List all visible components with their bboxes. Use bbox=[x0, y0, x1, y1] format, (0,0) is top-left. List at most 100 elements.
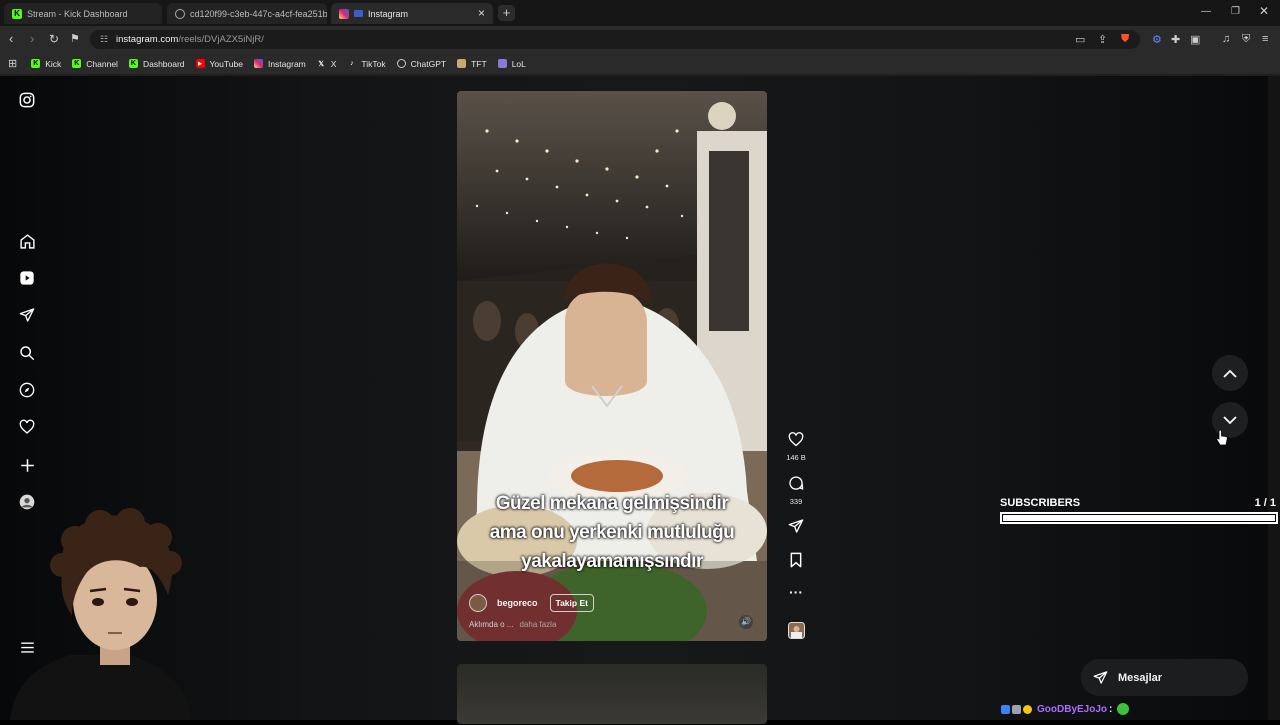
author-username[interactable]: begoreco bbox=[497, 598, 538, 608]
explore-icon[interactable] bbox=[18, 381, 36, 399]
instagram-icon bbox=[253, 59, 263, 68]
home-icon[interactable] bbox=[18, 232, 36, 250]
audio-track-thumbnail[interactable] bbox=[785, 622, 807, 644]
globe-icon bbox=[175, 8, 185, 19]
forward-icon[interactable]: › bbox=[30, 32, 34, 46]
bookmark-channel[interactable]: K Channel bbox=[72, 59, 118, 69]
kick-icon: K bbox=[128, 59, 138, 68]
url-path: /reels/DVjAZX5iNjR/ bbox=[178, 34, 264, 45]
tab-uuid[interactable]: cd120f99-c3eb-447c-a4cf-fea251b1 bbox=[167, 3, 327, 24]
reel-caption-line-2: ama onu yerkenki mutluluğu bbox=[489, 522, 735, 543]
tft-icon bbox=[457, 59, 467, 68]
tab-instagram[interactable]: Instagram × bbox=[331, 3, 493, 24]
tiktok-icon: ♪ bbox=[350, 60, 354, 67]
next-reel-preview[interactable] bbox=[457, 664, 767, 724]
site-info-icon[interactable]: ☷ bbox=[100, 30, 108, 49]
chat-emote-icon bbox=[1117, 703, 1130, 715]
instagram-logo-icon[interactable] bbox=[18, 91, 36, 109]
chatgpt-icon bbox=[396, 59, 406, 68]
sidebar-toggle-icon[interactable]: ▣ bbox=[1190, 33, 1200, 46]
bookmark-instagram[interactable]: Instagram bbox=[253, 59, 306, 69]
like-action[interactable]: 146 B bbox=[785, 432, 807, 462]
notifications-heart-icon[interactable] bbox=[18, 418, 36, 436]
youtube-icon: ▶ bbox=[195, 59, 205, 68]
author-avatar[interactable] bbox=[469, 594, 487, 612]
reel-author: begoreco Takip Et bbox=[469, 594, 594, 612]
instagram-icon bbox=[339, 8, 349, 19]
search-icon[interactable] bbox=[18, 344, 36, 362]
reel-description: Aklımda o ... daha fazla bbox=[469, 620, 556, 629]
comment-icon bbox=[789, 476, 804, 490]
vpn-icon[interactable]: ⛨ bbox=[1242, 33, 1250, 46]
bookmark-dashboard[interactable]: K Dashboard bbox=[128, 59, 185, 69]
bookmarks-bar: ⊞ K Kick K Channel K Dashboard ▶ YouTube Ins… bbox=[0, 53, 1280, 74]
lol-icon bbox=[497, 59, 507, 68]
comment-action[interactable]: 339 bbox=[785, 475, 807, 506]
back-icon[interactable]: ‹ bbox=[9, 32, 13, 46]
volume-icon[interactable]: 🔊 bbox=[739, 615, 753, 629]
bookmark-tiktok[interactable]: ♪ TikTok bbox=[347, 59, 386, 69]
more-options-icon[interactable]: ··· bbox=[785, 584, 807, 600]
sword-badge-icon bbox=[1012, 704, 1021, 714]
close-tab-icon[interactable]: × bbox=[478, 6, 485, 20]
direct-messages-icon[interactable] bbox=[18, 306, 36, 324]
tab-bar: K Stream - Kick Dashboard cd120f99-c3eb-… bbox=[0, 0, 1280, 26]
messages-label: Mesajlar bbox=[1118, 671, 1163, 684]
reload-icon[interactable]: ↻ bbox=[49, 32, 59, 46]
share-action[interactable] bbox=[785, 518, 807, 539]
chat-colon: : bbox=[1109, 703, 1113, 715]
coin-badge-icon bbox=[1023, 704, 1032, 714]
bookmark-chatgpt[interactable]: ChatGPT bbox=[396, 59, 446, 69]
comment-count: 339 bbox=[789, 497, 803, 506]
bookmark-youtube[interactable]: ▶ YouTube bbox=[195, 59, 243, 69]
cast-icon[interactable]: ▭ bbox=[1075, 33, 1085, 46]
verified-badge-icon bbox=[1001, 704, 1010, 714]
bookmark-save-icon bbox=[790, 552, 802, 568]
bookmark-icon[interactable]: ⚑ bbox=[70, 32, 80, 46]
browser-chrome: K Stream - Kick Dashboard cd120f99-c3eb-… bbox=[0, 0, 1280, 76]
close-window-icon[interactable]: ✕ bbox=[1259, 4, 1269, 18]
subscribers-goal-widget: SUBSCRIBERS 1 / 1 bbox=[1000, 497, 1278, 524]
menu-icon[interactable]: ≡ bbox=[1262, 33, 1268, 45]
tab-title: Stream - Kick Dashboard bbox=[27, 8, 128, 19]
kick-icon: K bbox=[31, 59, 41, 68]
like-count: 146 B bbox=[786, 453, 806, 462]
subscribers-count: 1 / 1 bbox=[1254, 497, 1276, 509]
scrollbar[interactable] bbox=[1268, 76, 1280, 720]
bookmark-kick[interactable]: K Kick bbox=[31, 59, 61, 69]
address-row: ‹ › ↻ ⚑ ☷ instagram.com/reels/DVjAZX5iNj… bbox=[0, 26, 1280, 53]
kick-icon: K bbox=[72, 59, 82, 68]
chevron-down-icon bbox=[1223, 415, 1237, 424]
address-bar[interactable]: ☷ instagram.com/reels/DVjAZX5iNjR/ bbox=[90, 30, 1140, 49]
apps-grid-icon[interactable]: ⊞ bbox=[8, 57, 17, 70]
maximize-icon[interactable]: ❐ bbox=[1231, 6, 1240, 17]
subscribers-progress-fill bbox=[1003, 515, 1275, 521]
subscribers-title: SUBSCRIBERS bbox=[1000, 497, 1081, 509]
share-icon[interactable]: ⇪ bbox=[1098, 33, 1107, 46]
extension-badge-icon[interactable]: ⚙ bbox=[1152, 33, 1162, 46]
messages-button[interactable]: Mesajlar bbox=[1081, 659, 1248, 696]
audio-thumbnail-image bbox=[787, 622, 805, 639]
kick-icon: K bbox=[12, 8, 22, 19]
tab-kick-dashboard[interactable]: K Stream - Kick Dashboard bbox=[4, 3, 162, 24]
extensions-icon[interactable]: ✚ bbox=[1171, 33, 1180, 46]
new-tab-button[interactable]: + bbox=[498, 5, 515, 21]
tab-title: cd120f99-c3eb-447c-a4cf-fea251b1 bbox=[190, 8, 327, 19]
create-plus-icon[interactable] bbox=[18, 456, 36, 474]
reel-video[interactable]: Güzel mekana gelmişsindir ama onu yerken… bbox=[457, 91, 767, 641]
reel-caption-line-3: yakalayamamışsındır bbox=[521, 551, 703, 572]
follow-button[interactable]: Takip Et bbox=[549, 594, 594, 612]
tab-title: Instagram bbox=[368, 8, 409, 19]
reels-icon[interactable] bbox=[18, 269, 36, 287]
more-link[interactable]: daha fazla bbox=[519, 620, 556, 629]
media-icon[interactable]: ♫ bbox=[1222, 33, 1230, 45]
minimize-icon[interactable]: — bbox=[1201, 6, 1211, 17]
bookmark-tft[interactable]: TFT bbox=[457, 59, 487, 69]
bookmark-x[interactable]: 𝕏X bbox=[317, 59, 336, 69]
previous-reel-button[interactable] bbox=[1212, 355, 1248, 391]
brave-shield-icon[interactable]: ⛊ bbox=[1121, 33, 1129, 46]
stream-chat-message: GooDByEJoJo : bbox=[1001, 703, 1130, 715]
save-action[interactable] bbox=[785, 552, 807, 573]
url-host: instagram.com bbox=[116, 34, 179, 45]
bookmark-lol[interactable]: LoL bbox=[497, 59, 526, 69]
